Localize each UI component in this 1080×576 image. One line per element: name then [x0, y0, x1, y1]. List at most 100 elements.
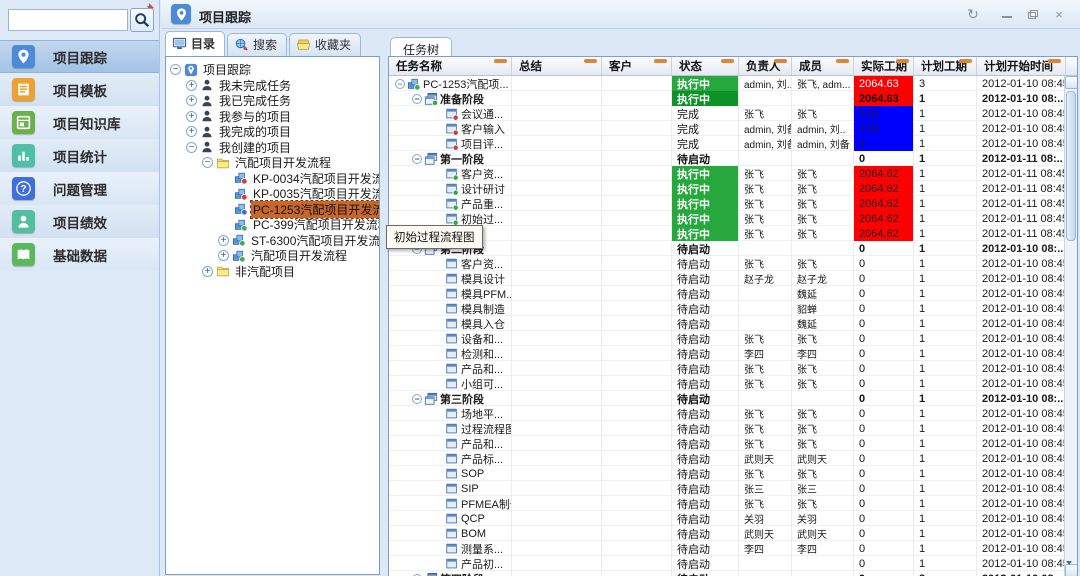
column-header-7[interactable]: 计划工期: [914, 57, 977, 75]
collapse-icon[interactable]: −: [170, 64, 181, 75]
cell-actual-duration: 0: [854, 511, 914, 526]
expand-icon[interactable]: +: [186, 111, 197, 122]
sidebar-item-6[interactable]: 基础数据: [0, 238, 159, 271]
tree-node-13[interactable]: + 非汽配项目: [166, 264, 379, 280]
task-icon: [445, 347, 458, 360]
expand-icon[interactable]: +: [186, 80, 197, 91]
tree-node-10[interactable]: PC-399汽配项目开发流程: [166, 217, 379, 233]
sidebar-item-4[interactable]: ? 问题管理: [0, 172, 159, 205]
collapse-icon[interactable]: −: [186, 142, 197, 153]
task-row[interactable]: BOM 待启动 武则天 武则天 0 1 2012-01-10 08:45:3: [389, 526, 1066, 541]
task-row[interactable]: − 第二阶段 待启动 0 1 2012-01-10 08:..: [389, 241, 1066, 256]
task-row[interactable]: 场地平... 待启动 张飞 张飞 0 1 2012-01-10 08:45:3: [389, 406, 1066, 421]
task-row[interactable]: − 准备阶段 执行中 2064.63 1 2012-01-10 08:..: [389, 91, 1066, 106]
sidebar-search: [8, 8, 156, 32]
tree-tab-2[interactable]: 收藏夹: [289, 33, 361, 56]
cell-task-name: 产品和...: [389, 436, 512, 451]
cell-owner: [739, 391, 792, 406]
task-row[interactable]: 初始过... 执行中 张飞 张飞 2064.62 1 2012-01-11 08…: [389, 211, 1066, 226]
refresh-icon[interactable]: ↻: [960, 4, 986, 24]
restore-icon[interactable]: [1020, 4, 1046, 24]
collapse-icon[interactable]: −: [412, 394, 422, 404]
task-row[interactable]: 模具PFM... 待启动 魏延 0 1 2012-01-10 08:45:3: [389, 286, 1066, 301]
tree-tab-1[interactable]: 搜索: [227, 33, 287, 56]
collapse-icon[interactable]: −: [202, 157, 213, 168]
column-header-3[interactable]: 状态: [672, 57, 739, 75]
sidebar-item-1[interactable]: 项目模板: [0, 73, 159, 106]
tree-node-0[interactable]: − 项目跟踪: [166, 62, 379, 78]
task-row[interactable]: QCP 待启动 关羽 关羽 0 1 2012-01-10 08:45:3: [389, 511, 1066, 526]
task-row[interactable]: − 第四阶段 待启动 0 3 2012-01-10 08:..: [389, 571, 1066, 576]
tree-node-9[interactable]: PC-1253汽配项目开发流程: [166, 202, 379, 218]
task-row[interactable]: 设备和... 待启动 张飞 张飞 0 1 2012-01-10 08:45:3: [389, 331, 1066, 346]
cell-customer: [602, 256, 672, 271]
tree-node-3[interactable]: + 我参与的项目: [166, 109, 379, 125]
expand-icon[interactable]: +: [186, 95, 197, 106]
task-row[interactable]: PFMEA制作 待启动 张飞 张飞 0 1 2012-01-10 08:45:3: [389, 496, 1066, 511]
column-header-1[interactable]: 总结: [512, 57, 602, 75]
task-row[interactable]: 模具设计 待启动 赵子龙 赵子龙 0 1 2012-01-10 08:45:3: [389, 271, 1066, 286]
tree-node-2[interactable]: + 我已完成任务: [166, 93, 379, 109]
expand-icon[interactable]: +: [186, 126, 197, 137]
sidebar-item-5[interactable]: 项目绩效: [0, 205, 159, 238]
task-row[interactable]: 客户资... 待启动 张飞 张飞 0 1 2012-01-10 08:45:3: [389, 256, 1066, 271]
task-row[interactable]: 产品和... 待启动 张飞 张飞 0 1 2012-01-10 08:45:3: [389, 436, 1066, 451]
tree-node-1[interactable]: + 我未完成任务: [166, 78, 379, 94]
collapse-icon[interactable]: −: [395, 79, 405, 89]
sidebar-item-3[interactable]: 项目统计: [0, 139, 159, 172]
collapse-icon[interactable]: −: [412, 154, 422, 164]
tree-node-11[interactable]: + ST-6300汽配项目开发流程: [166, 233, 379, 249]
tree-tab-0[interactable]: 目录: [165, 31, 225, 56]
expand-icon[interactable]: +: [218, 235, 229, 246]
column-header-0[interactable]: 任务名称: [389, 57, 512, 75]
scroll-down-icon[interactable]: [1065, 564, 1078, 576]
tree-node-8[interactable]: KP-0035汽配项目开发流程: [166, 186, 379, 202]
tree-node-12[interactable]: + 汽配项目开发流程: [166, 248, 379, 264]
task-row[interactable]: 设计研讨 执行中 张飞 张飞 2064.62 1 2012-01-11 08:4…: [389, 181, 1066, 196]
expand-icon[interactable]: +: [218, 250, 229, 261]
task-row[interactable]: − 第一阶段 待启动 0 1 2012-01-11 08:..: [389, 151, 1066, 166]
task-row[interactable]: 客户资... 执行中 张飞 张飞 2064.62 1 2012-01-11 08…: [389, 166, 1066, 181]
tree-node-7[interactable]: KP-0034汽配项目开发流程: [166, 171, 379, 187]
tree-node-5[interactable]: − 我创建的项目: [166, 140, 379, 156]
scroll-thumb[interactable]: [1066, 91, 1076, 241]
sidebar-item-0[interactable]: 项目跟踪: [0, 40, 159, 73]
search-input[interactable]: [8, 9, 128, 31]
vertical-scrollbar[interactable]: [1064, 76, 1077, 576]
minimize-icon[interactable]: [994, 4, 1020, 24]
task-row[interactable]: 产品重... 执行中 张飞 张飞 2064.62 1 2012-01-11 08…: [389, 196, 1066, 211]
task-row[interactable]: SOP 待启动 张飞 张飞 0 1 2012-01-10 08:45:3: [389, 466, 1066, 481]
task-row[interactable]: 模具入仓 待启动 魏延 0 1 2012-01-10 08:45:3: [389, 316, 1066, 331]
task-row[interactable]: 产品初... 待启动 0 1 2012-01-10 08:45:3: [389, 556, 1066, 571]
task-row[interactable]: 产品标... 待启动 武则天 武则天 0 1 2012-01-10 08:45:…: [389, 451, 1066, 466]
task-row[interactable]: 产品和... 待启动 张飞 张飞 0 1 2012-01-10 08:45:3: [389, 361, 1066, 376]
expand-icon[interactable]: +: [202, 266, 213, 277]
tree-node-6[interactable]: − 汽配项目开发流程: [166, 155, 379, 171]
task-row[interactable]: 测量系... 待启动 李四 李四 0 1 2012-01-10 08:45:3: [389, 541, 1066, 556]
column-header-4[interactable]: 负责人: [739, 57, 792, 75]
task-icon: [445, 542, 458, 555]
collapse-icon[interactable]: −: [412, 94, 422, 104]
task-row[interactable]: 项目评... 完成 admin, 刘备 admin, 刘备 0 1 2012-0…: [389, 136, 1066, 151]
column-header-8[interactable]: 计划开始时间: [977, 57, 1066, 75]
column-header-5[interactable]: 成员: [792, 57, 854, 75]
task-row[interactable]: − 第三阶段 待启动 0 1 2012-01-10 08:..: [389, 391, 1066, 406]
task-row[interactable]: 检测和... 待启动 李四 李四 0 1 2012-01-10 08:45:3: [389, 346, 1066, 361]
task-row[interactable]: 和... 执行中 张飞 张飞 2064.62 1 2012-01-11 08:4…: [389, 226, 1066, 241]
close-icon[interactable]: ×: [1046, 4, 1072, 24]
search-button[interactable]: [130, 8, 154, 32]
task-row[interactable]: 会议通... 完成 张飞 张飞 0.01 1 2012-01-10 08:45:…: [389, 106, 1066, 121]
task-row[interactable]: 过程流程图 待启动 张飞 张飞 0 1 2012-01-10 08:45:3: [389, 421, 1066, 436]
task-row[interactable]: 小组可... 待启动 张飞 张飞 0 1 2012-01-10 08:45:3: [389, 376, 1066, 391]
task-row[interactable]: 客户输入 完成 admin, 刘备 admin, 刘.. 0.01 1 2012…: [389, 121, 1066, 136]
cell-members: 张飞: [792, 376, 854, 391]
column-header-6[interactable]: 实际工期: [854, 57, 914, 75]
task-row[interactable]: SIP 待启动 张三 张三 0 1 2012-01-10 08:45:3: [389, 481, 1066, 496]
sidebar-item-2[interactable]: 项目知识库: [0, 106, 159, 139]
tab-task-tree[interactable]: 任务树: [390, 37, 452, 57]
tree-node-4[interactable]: + 我完成的项目: [166, 124, 379, 140]
task-row[interactable]: − PC-1253汽配项... 执行中 admin, 刘.. 张飞, adm..…: [389, 76, 1066, 91]
scroll-up-icon[interactable]: [1065, 76, 1078, 89]
task-row[interactable]: 模具制造 待启动 貂蝉 0 1 2012-01-10 08:45:3: [389, 301, 1066, 316]
column-header-2[interactable]: 客户: [602, 57, 672, 75]
